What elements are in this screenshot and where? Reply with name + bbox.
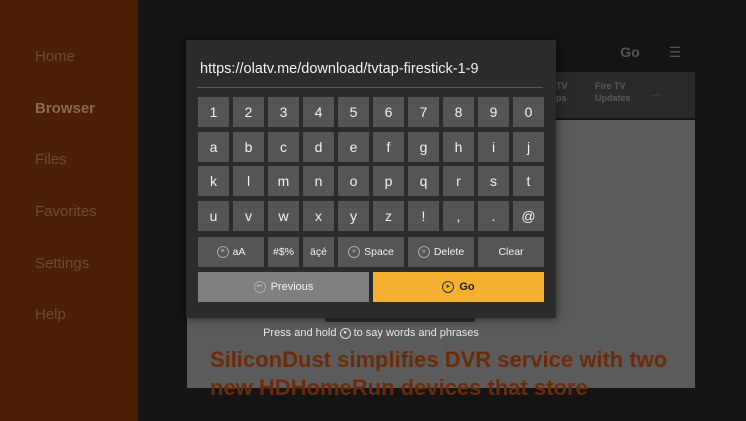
key-h[interactable]: h (443, 131, 474, 162)
key-5[interactable]: 5 (338, 97, 369, 127)
sidebar-item-files[interactable]: Files (35, 151, 67, 168)
case-toggle-key[interactable]: ≡ aA (198, 237, 264, 267)
sidebar: Home Browser Files Favorites Settings He… (0, 0, 138, 421)
voice-hint: Press and hold ● to say words and phrase… (186, 327, 556, 339)
key-.[interactable]: . (478, 200, 509, 231)
key-w[interactable]: w (268, 200, 299, 231)
key-x[interactable]: x (303, 200, 334, 231)
key-t[interactable]: t (513, 166, 544, 196)
key-c[interactable]: c (268, 131, 299, 162)
previous-button-label: Previous (270, 281, 314, 293)
browser-tab-fire-tv-apps[interactable]: TV ps (556, 80, 568, 104)
key-f[interactable]: f (373, 131, 404, 162)
space-key-label: Space (364, 246, 394, 258)
fast-forward-button-icon: » (417, 246, 430, 258)
browser-go-button[interactable]: Go (606, 38, 654, 66)
key-a[interactable]: a (198, 131, 229, 162)
hamburger-menu-icon[interactable]: ☰ (660, 38, 690, 66)
key-k[interactable]: k (198, 166, 229, 196)
back-button-icon: ↩ (253, 281, 266, 293)
menu-button-icon: ≡ (216, 246, 229, 258)
delete-key-label: Delete (433, 246, 465, 258)
key-i[interactable]: i (478, 131, 509, 162)
key-n[interactable]: n (303, 166, 334, 196)
key-e[interactable]: e (338, 131, 369, 162)
key-g[interactable]: g (408, 131, 439, 162)
key-o[interactable]: o (338, 166, 369, 196)
sidebar-item-browser[interactable]: Browser (35, 100, 95, 117)
key-s[interactable]: s (478, 166, 509, 196)
voice-hint-tail: to say words and phrases (353, 327, 479, 339)
key-9[interactable]: 9 (478, 97, 509, 127)
ellipsis-icon[interactable]: … (650, 88, 660, 99)
key-z[interactable]: z (373, 200, 404, 231)
browser-tab-fire-tv-updates[interactable]: Fire TV Updates (595, 80, 631, 104)
key-3[interactable]: 3 (268, 97, 299, 127)
key-y[interactable]: y (338, 200, 369, 231)
key-r[interactable]: r (443, 166, 474, 196)
sidebar-item-home[interactable]: Home (35, 48, 75, 65)
key-![interactable]: ! (408, 200, 439, 231)
go-button-label: Go (459, 281, 475, 293)
key-2[interactable]: 2 (233, 97, 264, 127)
key-d[interactable]: d (303, 131, 334, 162)
key-@[interactable]: @ (513, 200, 544, 231)
previous-button[interactable]: ↩ Previous (198, 272, 369, 302)
key-v[interactable]: v (233, 200, 264, 231)
url-input-underline (197, 87, 543, 88)
voice-hint-lead: Press and hold (263, 327, 337, 339)
key-,[interactable]: , (443, 200, 474, 231)
url-input[interactable]: https://olatv.me/download/tvtap-firestic… (200, 61, 540, 77)
key-m[interactable]: m (268, 166, 299, 196)
key-u[interactable]: u (198, 200, 229, 231)
play-pause-button-icon: ▸ (442, 281, 455, 293)
key-8[interactable]: 8 (443, 97, 474, 127)
key-j[interactable]: j (513, 131, 544, 162)
case-toggle-label: aA (232, 246, 246, 258)
key-p[interactable]: p (373, 166, 404, 196)
key-7[interactable]: 7 (408, 97, 439, 127)
key-1[interactable]: 1 (198, 97, 229, 127)
key-4[interactable]: 4 (303, 97, 334, 127)
clear-key[interactable]: Clear (478, 237, 544, 267)
delete-key[interactable]: » Delete (408, 237, 474, 267)
symbols-key[interactable]: #$% (268, 237, 299, 267)
key-0[interactable]: 0 (513, 97, 544, 127)
key-b[interactable]: b (233, 131, 264, 162)
sidebar-item-settings[interactable]: Settings (35, 255, 89, 272)
sidebar-item-favorites[interactable]: Favorites (35, 203, 97, 220)
key-q[interactable]: q (408, 166, 439, 196)
sidebar-item-help[interactable]: Help (35, 306, 66, 323)
accents-key[interactable]: äçé (303, 237, 334, 267)
microphone-icon: ● (339, 327, 351, 339)
key-l[interactable]: l (233, 166, 264, 196)
key-6[interactable]: 6 (373, 97, 404, 127)
space-key[interactable]: « Space (338, 237, 404, 267)
go-button[interactable]: ▸ Go (373, 272, 544, 302)
rewind-button-icon: « (348, 246, 361, 258)
article-headline[interactable]: SiliconDust simplifies DVR service with … (210, 346, 680, 402)
